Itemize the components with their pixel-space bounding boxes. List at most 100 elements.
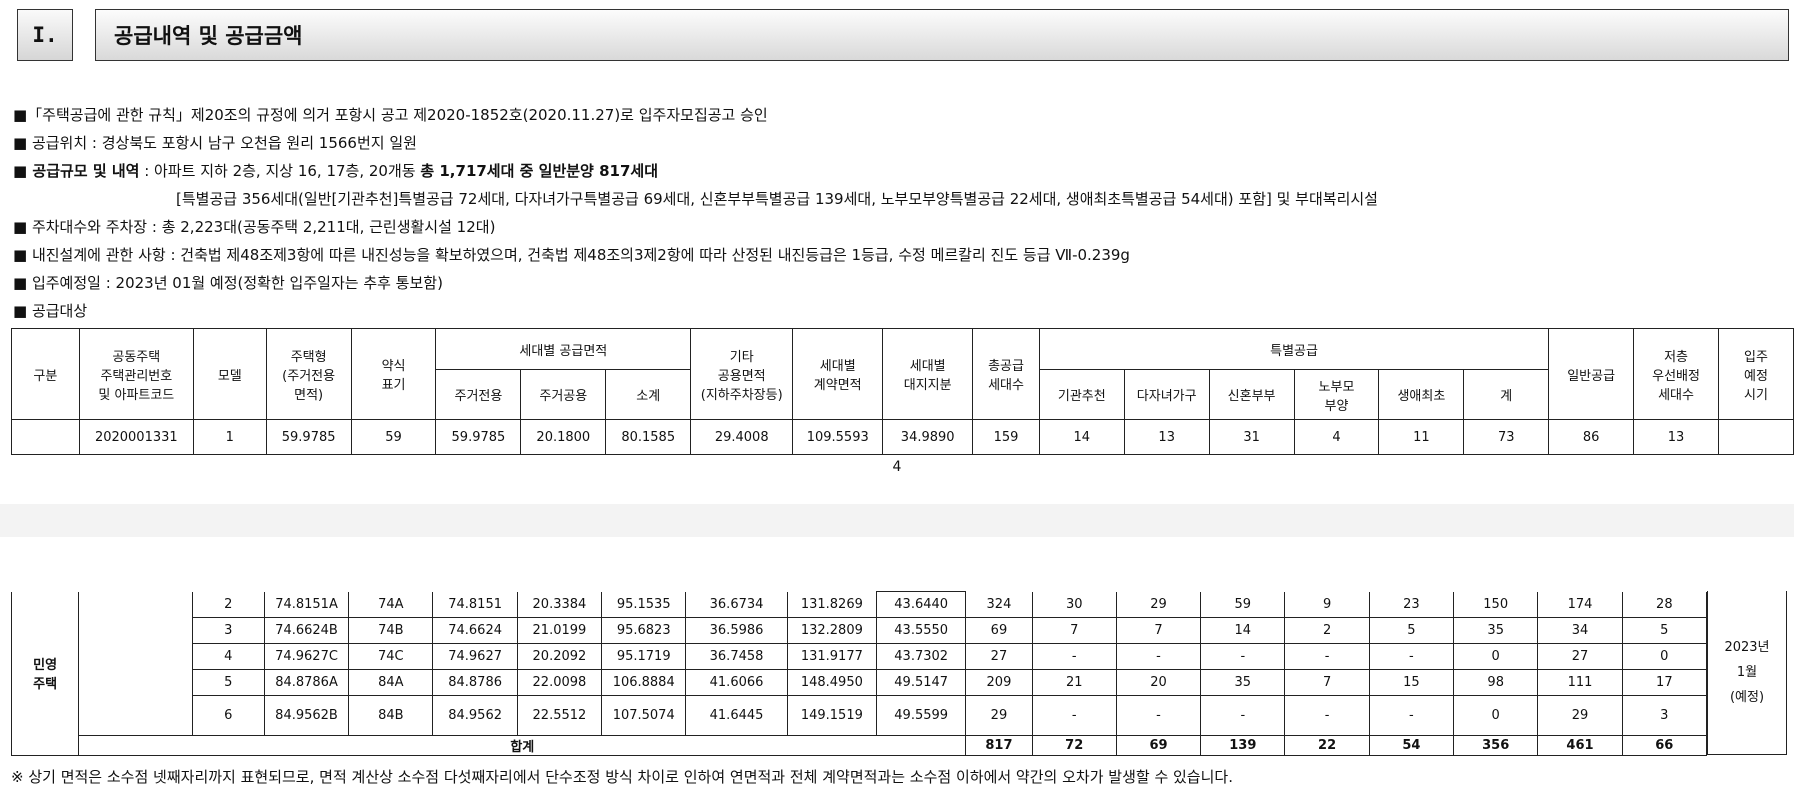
header-sp-sum: 계 — [1463, 369, 1550, 420]
cell-sub: 106.8884 — [601, 669, 687, 696]
empty-cell — [1717, 419, 1794, 455]
totals-inst: 72 — [1031, 735, 1117, 756]
header-type: 주택형 (주거전용 면적) — [265, 328, 352, 420]
totals-newlywed: 139 — [1200, 735, 1286, 756]
totals-low: 66 — [1621, 735, 1708, 756]
totals-first: 54 — [1368, 735, 1455, 756]
header-code: 공동주택 주택관리번호 및 아파트코드 — [78, 328, 194, 420]
table-row: 5 84.8786A 84A 84.8786 22.0098 106.8884 41.606… — [12, 669, 1708, 696]
cell-total: 209 — [965, 669, 1033, 696]
cell-low: 3 — [1621, 695, 1708, 736]
cell-newlywed: 35 — [1200, 669, 1286, 696]
special-supply-line: [특별공급 356세대(일반[기관추천]특별공급 72세대, 다자녀가구특별공급… — [176, 190, 1378, 208]
cell-model: 6 — [191, 695, 265, 736]
header-model: 모델 — [192, 328, 267, 420]
cell-contract: 132.2809 — [786, 617, 878, 644]
cell-sum: 35 — [1453, 617, 1539, 644]
cell-type: 84.8786A — [263, 669, 350, 696]
totals-sum: 356 — [1453, 735, 1539, 756]
cell-low: 0 — [1621, 643, 1708, 670]
cell-multi: 13 — [1123, 419, 1210, 455]
parking-line: ■ 주차대수와 주차장 : 총 2,223대(공동주택 2,211대, 근린생활… — [13, 218, 496, 236]
cell-multi: 29 — [1115, 591, 1202, 618]
cell-type: 74.6624B — [263, 617, 350, 644]
header-sp-multi: 다자녀가구 — [1123, 369, 1210, 420]
cell-type: 74.8151A — [263, 591, 350, 618]
header-area-sub: 소계 — [605, 369, 692, 420]
cell-contract: 109.5593 — [792, 419, 884, 455]
cell-abbr: 74B — [348, 617, 434, 644]
cell-sub: 95.6823 — [601, 617, 687, 644]
seismic-line: ■ 내진설계에 관한 사항 : 건축법 제48조제3항에 따른 내진성능을 확보… — [13, 246, 1130, 264]
cell-general: 86 — [1548, 419, 1635, 455]
cell-newlywed: 14 — [1200, 617, 1286, 644]
cell-type: 74.9627C — [263, 643, 350, 670]
cell-contract: 149.1519 — [786, 695, 878, 736]
cell-common: 22.5512 — [516, 695, 603, 736]
supply-target-line: ■ 공급대상 — [13, 302, 88, 320]
section-number: I. — [17, 9, 73, 61]
table-row: 민영 주택 2 74.8151A 74A 74.8151 20.3384 95.1535 36… — [10, 591, 1708, 756]
totals-total: 817 — [965, 735, 1033, 756]
header-special-group: 특별공급 — [1038, 328, 1550, 370]
cell-type: 84.9562B — [263, 695, 350, 736]
cell-parents: - — [1284, 695, 1370, 736]
cell-model: 5 — [191, 669, 265, 696]
header-sp-newlywed: 신혼부부 — [1208, 369, 1295, 420]
cell-inst: 14 — [1038, 419, 1125, 455]
header-area-common: 주거공용 — [520, 369, 607, 420]
cell-land: 43.5550 — [876, 617, 967, 644]
header-total-units: 총공급 세대수 — [972, 328, 1040, 420]
cell-first: 11 — [1378, 419, 1465, 455]
cell-general: 27 — [1537, 643, 1623, 670]
cell-common: 20.2092 — [516, 643, 603, 670]
cell-excl: 74.6624 — [432, 617, 518, 644]
cell-sum: 150 — [1453, 591, 1539, 618]
table-row: 3 74.6624B 74B 74.6624 21.0199 95.6823 36.5986… — [12, 617, 1708, 644]
footnote: ※ 상기 면적은 소수점 넷째자리까지 표현되므로, 면적 계산상 소수점 다섯… — [11, 768, 1233, 786]
cell-code: 2020001331 — [78, 419, 194, 455]
cell-parents: 7 — [1284, 669, 1370, 696]
header-area-excl: 주거전용 — [435, 369, 522, 420]
cell-other: 29.4008 — [690, 419, 794, 455]
approval-line: ■「주택공급에 관한 규칙」제20조의 규정에 의거 포항시 공고 제2020-… — [13, 106, 768, 124]
cell-first: - — [1368, 643, 1455, 670]
cell-model: 3 — [191, 617, 265, 644]
scale-detail: : 아파트 지하 2층, 지상 16, 17층, 20개동 — [139, 162, 421, 180]
cell-land: 43.6440 — [876, 591, 967, 618]
cell-general: 111 — [1537, 669, 1623, 696]
cell-multi: 20 — [1115, 669, 1202, 696]
cell-contract: 148.4950 — [786, 669, 878, 696]
supply-table-header: 구분 공동주택 주택관리번호 및 아파트코드 모델 주택형 (주거전용 면적) … — [11, 328, 1794, 455]
cell-other: 36.7458 — [685, 643, 788, 670]
cell-general: 34 — [1537, 617, 1623, 644]
cell-total: 27 — [965, 643, 1033, 670]
cell-inst: 21 — [1031, 669, 1117, 696]
cell-abbr: 84B — [348, 695, 434, 736]
cell-low: 17 — [1621, 669, 1708, 696]
cell-excl: 84.9562 — [432, 695, 518, 736]
header-area-group: 세대별 공급면적 — [435, 328, 692, 370]
cell-first: 5 — [1368, 617, 1455, 644]
totals-multi: 69 — [1115, 735, 1202, 756]
cell-low: 13 — [1633, 419, 1719, 455]
cell-other: 41.6445 — [685, 695, 788, 736]
header-land-share: 세대별 대지지분 — [882, 328, 974, 420]
cell-total: 29 — [965, 695, 1033, 736]
cell-general: 174 — [1537, 591, 1623, 618]
cell-excl: 74.9627 — [432, 643, 518, 670]
move-in-time-cell: 2023년 1월 (예정) — [1707, 591, 1787, 755]
cell-parents: - — [1284, 643, 1370, 670]
cell-general: 29 — [1537, 695, 1623, 736]
cell-sum: 0 — [1453, 643, 1539, 670]
cell-other: 36.6734 — [685, 591, 788, 618]
cell-total: 69 — [965, 617, 1033, 644]
header-contract-area: 세대별 계약면적 — [792, 328, 884, 420]
header-gubun: 구분 — [11, 328, 80, 420]
cell-first: - — [1368, 695, 1455, 736]
totals-general: 461 — [1537, 735, 1623, 756]
cell-parents: 9 — [1284, 591, 1370, 618]
cell-total: 159 — [972, 419, 1040, 455]
table-row: 2020001331 1 59.9785 59 59.9785 20.1800 … — [11, 419, 1794, 455]
code-cell — [78, 591, 193, 736]
